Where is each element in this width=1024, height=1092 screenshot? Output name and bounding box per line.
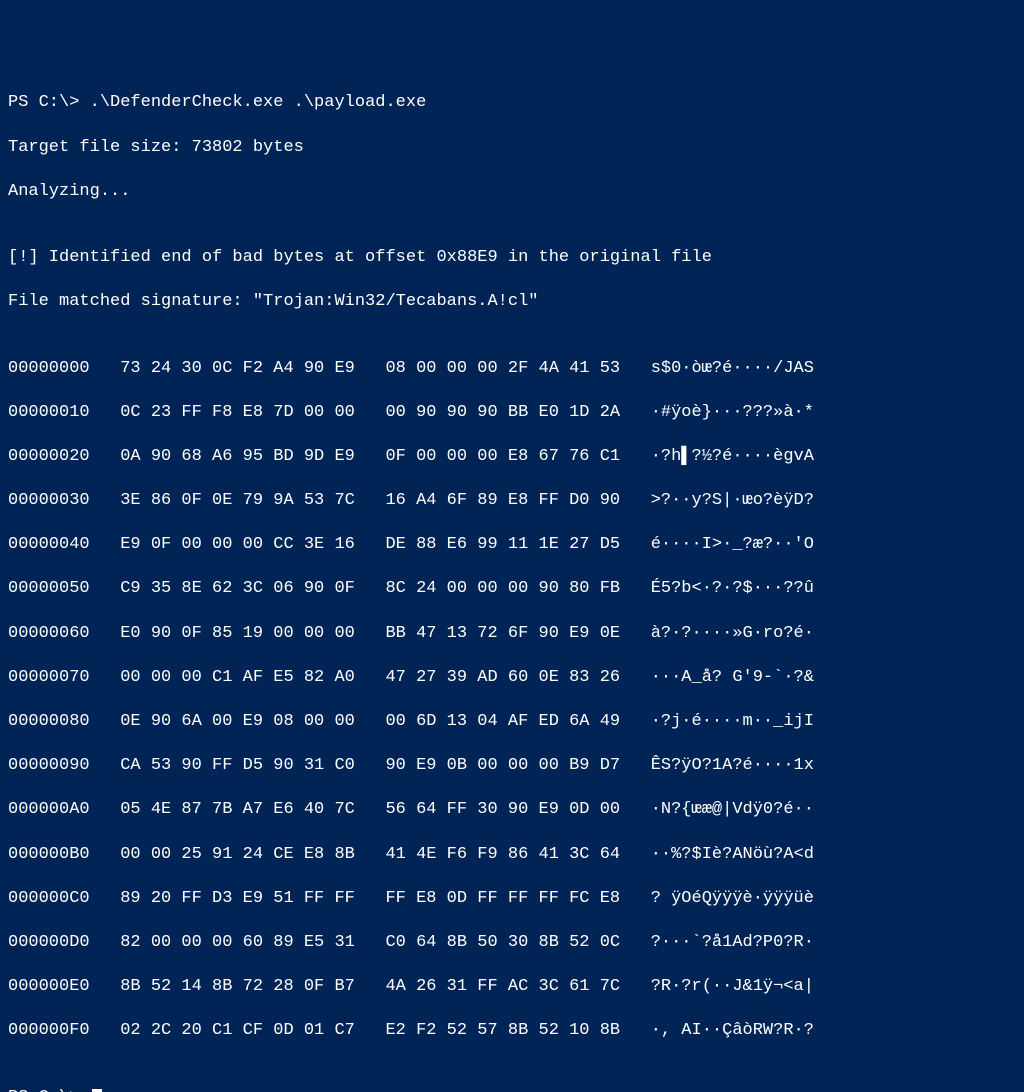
- output-line: Analyzing...: [8, 181, 1016, 203]
- hexdump-row: 000000D0 82 00 00 00 60 89 E5 31 C0 64 8…: [8, 932, 1016, 954]
- hexdump-row: 00000020 0A 90 68 A6 95 BD 9D E9 0F 00 0…: [8, 446, 1016, 468]
- command-text: .\DefenderCheck.exe .\payload.exe: [90, 93, 427, 112]
- alert-line: [!] Identified end of bad bytes at offse…: [8, 247, 1016, 269]
- hexdump-row: 00000060 E0 90 0F 85 19 00 00 00 BB 47 1…: [8, 623, 1016, 645]
- cursor: [92, 1089, 102, 1092]
- hexdump-row: 00000000 73 24 30 0C F2 A4 90 E9 08 00 0…: [8, 358, 1016, 380]
- hexdump-row: 00000070 00 00 00 C1 AF E5 82 A0 47 27 3…: [8, 667, 1016, 689]
- hexdump-row: 000000F0 02 2C 20 C1 CF 0D 01 C7 E2 F2 5…: [8, 1020, 1016, 1042]
- hexdump-row: 00000040 E9 0F 00 00 00 CC 3E 16 DE 88 E…: [8, 534, 1016, 556]
- hexdump-row: 000000C0 89 20 FF D3 E9 51 FF FF FF E8 0…: [8, 888, 1016, 910]
- output-line: Target file size: 73802 bytes: [8, 137, 1016, 159]
- prompt-line[interactable]: PS C:\>: [8, 1087, 1016, 1092]
- prompt: PS C:\>: [8, 93, 90, 112]
- hexdump-row: 000000E0 8B 52 14 8B 72 28 0F B7 4A 26 3…: [8, 976, 1016, 998]
- alert-line: File matched signature: "Trojan:Win32/Te…: [8, 291, 1016, 313]
- hexdump-row: 00000030 3E 86 0F 0E 79 9A 53 7C 16 A4 6…: [8, 490, 1016, 512]
- hexdump-row: 00000090 CA 53 90 FF D5 90 31 C0 90 E9 0…: [8, 755, 1016, 777]
- hexdump-row: 00000050 C9 35 8E 62 3C 06 90 0F 8C 24 0…: [8, 578, 1016, 600]
- hexdump-row: 000000B0 00 00 25 91 24 CE E8 8B 41 4E F…: [8, 844, 1016, 866]
- hexdump-row: 000000A0 05 4E 87 7B A7 E6 40 7C 56 64 F…: [8, 799, 1016, 821]
- hexdump-row: 00000010 0C 23 FF F8 E8 7D 00 00 00 90 9…: [8, 402, 1016, 424]
- hexdump-row: 00000080 0E 90 6A 00 E9 08 00 00 00 6D 1…: [8, 711, 1016, 733]
- command-line: PS C:\> .\DefenderCheck.exe .\payload.ex…: [8, 92, 1016, 114]
- prompt: PS C:\>: [8, 1088, 90, 1092]
